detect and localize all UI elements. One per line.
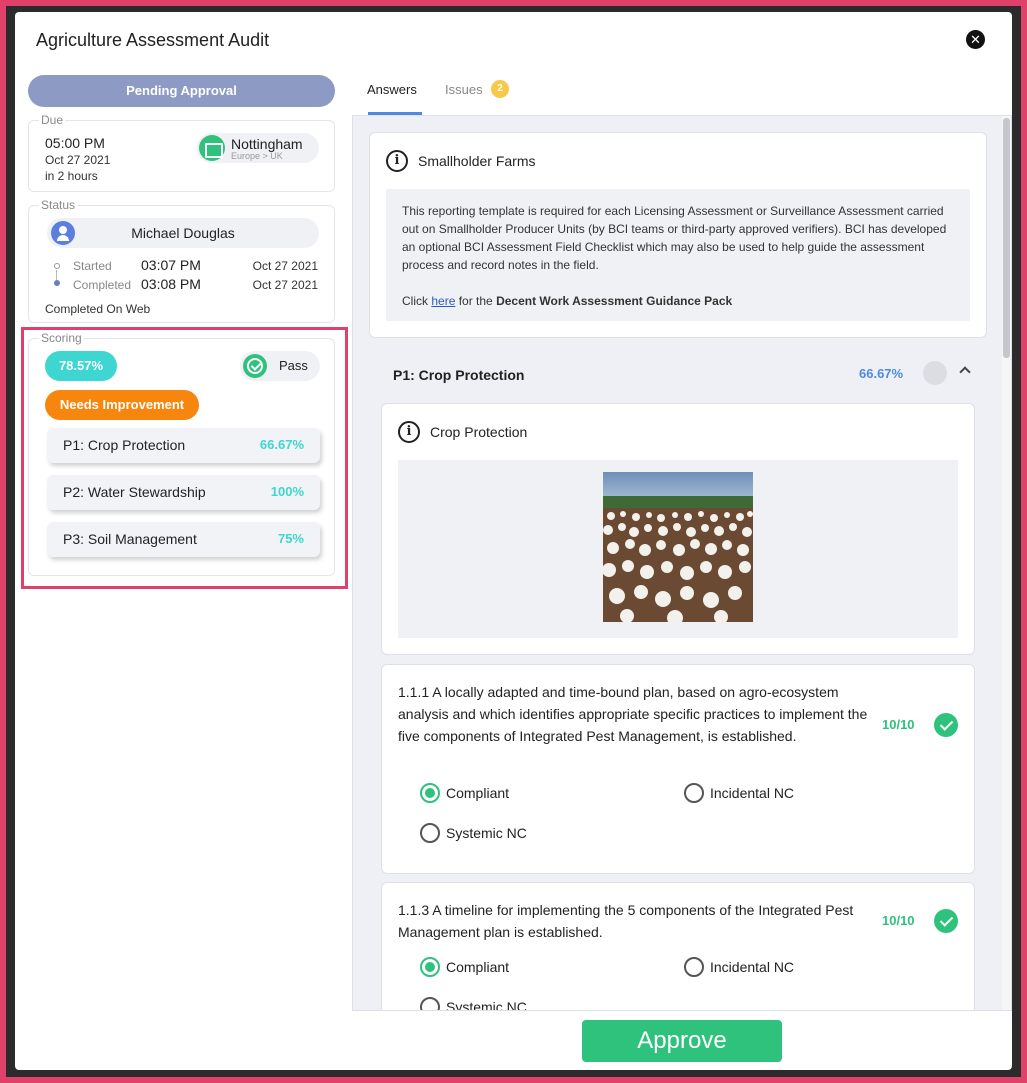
radio-label: Incidental NC xyxy=(710,785,795,801)
status-panel: Status Michael Douglas Started 03:07 PM … xyxy=(28,198,335,323)
audit-modal: Agriculture Assessment Audit ✕ Pending A… xyxy=(15,12,1012,1070)
timeline-line xyxy=(56,270,57,280)
pass-label: Pass xyxy=(279,358,308,373)
modal-title: Agriculture Assessment Audit xyxy=(36,30,270,50)
scoring-legend: Scoring xyxy=(39,331,84,345)
question-card: 1.1.1 A locally adapted and time-bound p… xyxy=(381,664,975,874)
due-date: Oct 27 2021 xyxy=(45,153,111,167)
due-relative: in 2 hours xyxy=(45,169,98,183)
cotton-field-image[interactable] xyxy=(603,472,753,622)
approve-button[interactable]: Approve xyxy=(582,1020,782,1062)
started-label: Started xyxy=(73,259,112,273)
info-icon: i xyxy=(386,150,408,172)
status-banner: Pending Approval xyxy=(28,75,335,107)
rating-badge: Needs Improvement xyxy=(45,390,199,420)
radio-label: Systemic NC xyxy=(446,825,527,841)
click-prefix: Click xyxy=(402,294,432,308)
timeline-end-dot xyxy=(54,280,60,286)
question-text: 1.1.3 A timeline for implementing the 5 … xyxy=(398,902,854,940)
question-score: 10/10 xyxy=(882,717,915,732)
image-card: i Crop Protection xyxy=(381,403,975,655)
section-score-pct: 75% xyxy=(277,531,304,546)
radio-incidental-nc[interactable] xyxy=(684,783,704,803)
radio-label: Compliant xyxy=(446,959,510,975)
location-name: Nottingham xyxy=(231,136,303,152)
due-legend: Due xyxy=(39,113,66,127)
site-icon xyxy=(199,135,225,161)
intro-title: Smallholder Farms xyxy=(418,153,536,169)
check-circle-icon xyxy=(243,354,267,378)
location-pill: Nottingham Europe > UK xyxy=(197,133,319,163)
section-score-card[interactable]: P1: Crop Protection 66.67% xyxy=(47,428,320,463)
issues-count-badge: 2 xyxy=(491,80,509,98)
radio-systemic-nc[interactable] xyxy=(420,997,440,1010)
tab-issues[interactable]: Issues xyxy=(445,82,483,97)
radio-label: Compliant xyxy=(446,785,510,801)
close-icon[interactable]: ✕ xyxy=(966,30,985,49)
answers-panel[interactable]: i Smallholder Farms This reporting templ… xyxy=(352,115,1012,1011)
image-area xyxy=(398,460,958,638)
guidance-pack-name: Decent Work Assessment Guidance Pack xyxy=(496,294,733,308)
check-icon xyxy=(934,909,958,933)
scrollbar-thumb[interactable] xyxy=(1003,118,1010,358)
tab-issues-label: Issues xyxy=(445,82,483,97)
guidance-link[interactable]: here xyxy=(431,294,455,308)
guidance-line: Click here for the Decent Work Assessmen… xyxy=(402,292,954,310)
check-icon xyxy=(934,713,958,737)
radio-compliant[interactable] xyxy=(420,783,440,803)
section-header[interactable]: P1: Crop Protection 66.67% xyxy=(369,345,989,405)
user-pill: Michael Douglas xyxy=(47,218,319,248)
section-score-card[interactable]: P3: Soil Management 75% xyxy=(47,522,320,557)
tab-answers[interactable]: Answers xyxy=(367,82,417,97)
section-score-card[interactable]: P2: Water Stewardship 100% xyxy=(47,475,320,510)
completed-label: Completed xyxy=(73,278,132,292)
intro-description: This reporting template is required for … xyxy=(386,189,970,321)
chevron-up-icon[interactable] xyxy=(959,366,971,378)
started-time: 03:07 PM xyxy=(141,257,201,273)
section-title: P1: Crop Protection xyxy=(393,367,525,383)
radio-incidental-nc[interactable] xyxy=(684,957,704,977)
section-score-name: P3: Soil Management xyxy=(63,531,197,547)
started-date: Oct 27 2021 xyxy=(252,259,318,273)
radio-label: Incidental NC xyxy=(710,959,795,975)
radio-label: Systemic NC xyxy=(446,999,527,1011)
question-card: 1.1.3 A timeline for implementing the 5 … xyxy=(381,882,975,1011)
section-score-name: P2: Water Stewardship xyxy=(63,484,206,500)
section-score-pct: 66.67% xyxy=(259,437,304,452)
section-score-pct: 100% xyxy=(270,484,304,499)
due-panel: Due 05:00 PM Oct 27 2021 in 2 hours Nott… xyxy=(28,113,335,192)
completed-time: 03:08 PM xyxy=(141,276,201,292)
image-card-title: Crop Protection xyxy=(430,424,528,440)
completed-date: Oct 27 2021 xyxy=(252,278,318,292)
info-icon: i xyxy=(398,421,420,443)
radio-systemic-nc[interactable] xyxy=(420,823,440,843)
user-name: Michael Douglas xyxy=(131,225,235,241)
intro-description-text: This reporting template is required for … xyxy=(402,204,947,272)
location-region: Europe > UK xyxy=(231,151,283,161)
section-status-circle xyxy=(923,361,947,385)
status-legend: Status xyxy=(39,198,78,212)
pass-pill: Pass xyxy=(240,351,320,381)
question-text: 1.1.1 A locally adapted and time-bound p… xyxy=(398,684,868,744)
score-badge: 78.57% xyxy=(45,351,117,381)
section-pct: 66.67% xyxy=(859,366,904,381)
completed-via: Completed On Web xyxy=(45,302,151,316)
intro-card: i Smallholder Farms This reporting templ… xyxy=(369,132,987,338)
timeline-start-dot xyxy=(54,263,60,269)
question-score: 10/10 xyxy=(882,913,915,928)
section-score-name: P1: Crop Protection xyxy=(63,437,186,453)
click-middle: for the xyxy=(455,294,497,308)
due-time: 05:00 PM xyxy=(45,135,105,151)
scrollbar[interactable] xyxy=(1002,116,1011,1010)
radio-compliant[interactable] xyxy=(420,957,440,977)
scoring-panel: Scoring 78.57% Pass Needs Improvement P1… xyxy=(28,331,335,576)
